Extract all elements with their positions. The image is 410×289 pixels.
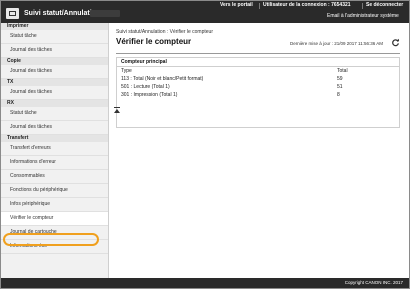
separator — [259, 3, 260, 9]
sidebar: Imprimer Statut tâche Journal des tâches… — [1, 23, 109, 278]
panel-title: Compteur principal — [117, 58, 399, 67]
window: Vers le portail Utilisateur de la connex… — [0, 0, 410, 289]
login-user-label: Utilisateur de la connexion : — [263, 2, 330, 8]
sidebar-section-rx: RX — [1, 100, 108, 107]
sidebar-section-transfert: Transfert — [1, 135, 108, 142]
main-content: Suivi statut/Annulation : Vérifier le co… — [110, 23, 409, 278]
counter-panel: Compteur principal Type Total 113 : Tota… — [116, 57, 400, 128]
sidebar-item-journal-cartouche[interactable]: Journal de cartouche — [1, 226, 108, 240]
row-type: 301 : Impression (Total 1) — [121, 92, 178, 98]
row-type: 113 : Total (Noir et blanc/Petit format) — [121, 76, 204, 82]
portal-link[interactable]: Vers le portail — [220, 2, 253, 8]
sidebar-item-informations-eco[interactable]: Informations éco — [1, 240, 108, 254]
footer: Copyright CANON INC. 2017 — [1, 278, 409, 288]
row-total: 51 — [337, 84, 343, 90]
app-title: Suivi statut/Annulation — [24, 10, 101, 17]
page-title: Vérifier le compteur — [116, 37, 192, 46]
table-header: Type Total — [117, 67, 399, 75]
col-total-header: Total — [337, 68, 348, 74]
sidebar-item-informations-erreur[interactable]: Informations d'erreur — [1, 156, 108, 170]
sidebar-item-fonctions-peripherique[interactable]: Fonctions du périphérique — [1, 184, 108, 198]
sidebar-section-imprimer: Imprimer — [1, 23, 108, 30]
col-type-header: Type — [121, 68, 132, 74]
sidebar-item-rx-statut-tache[interactable]: Statut tâche — [1, 107, 108, 121]
login-user: Utilisateur de la connexion : 7654321 — [263, 2, 351, 8]
sidebar-item-tx-journal[interactable]: Journal des tâches — [1, 86, 108, 100]
sidebar-section-copie: Copie — [1, 58, 108, 65]
sidebar-item-consommables[interactable]: Consommables — [1, 170, 108, 184]
refresh-icon[interactable] — [391, 38, 400, 47]
row-total: 59 — [337, 76, 343, 82]
device-name-box — [90, 10, 120, 17]
table-row: 501 : Lecture (Total 1) 51 — [117, 83, 399, 91]
row-type: 501 : Lecture (Total 1) — [121, 84, 170, 90]
email-admin-link[interactable]: Email à l'administrateur système — [327, 13, 399, 19]
logout-link[interactable]: Se déconnecter — [366, 2, 403, 8]
row-total: 8 — [337, 92, 340, 98]
table-row: 301 : Impression (Total 1) 8 — [117, 91, 399, 99]
login-user-value: 7654321 — [331, 2, 351, 8]
header: Vers le portail Utilisateur de la connex… — [1, 1, 409, 23]
title-divider — [116, 53, 400, 54]
sidebar-item-infos-peripherique[interactable]: Infos périphérique — [1, 198, 108, 212]
sidebar-item-imprimer-statut-tache[interactable]: Statut tâche — [1, 30, 108, 44]
sidebar-item-imprimer-journal[interactable]: Journal des tâches — [1, 44, 108, 58]
sidebar-item-verifier-compteur[interactable]: Vérifier le compteur — [1, 212, 108, 226]
separator — [362, 3, 363, 9]
sidebar-section-tx: TX — [1, 79, 108, 86]
last-update: Dernière mise à jour : 21/09 2017 11:56:… — [290, 41, 383, 46]
copyright: Copyright CANON INC. 2017 — [344, 280, 403, 285]
breadcrumb[interactable]: Suivi statut/Annulation : Vérifier le co… — [116, 29, 213, 35]
sidebar-item-rx-journal[interactable]: Journal des tâches — [1, 121, 108, 135]
scroll-top-icon[interactable] — [114, 107, 120, 113]
sidebar-item-transfert-erreurs[interactable]: Transfert d'erreurs — [1, 142, 108, 156]
table-row: 113 : Total (Noir et blanc/Petit format)… — [117, 75, 399, 83]
sidebar-item-copie-journal[interactable]: Journal des tâches — [1, 65, 108, 79]
logo-icon — [6, 8, 19, 19]
